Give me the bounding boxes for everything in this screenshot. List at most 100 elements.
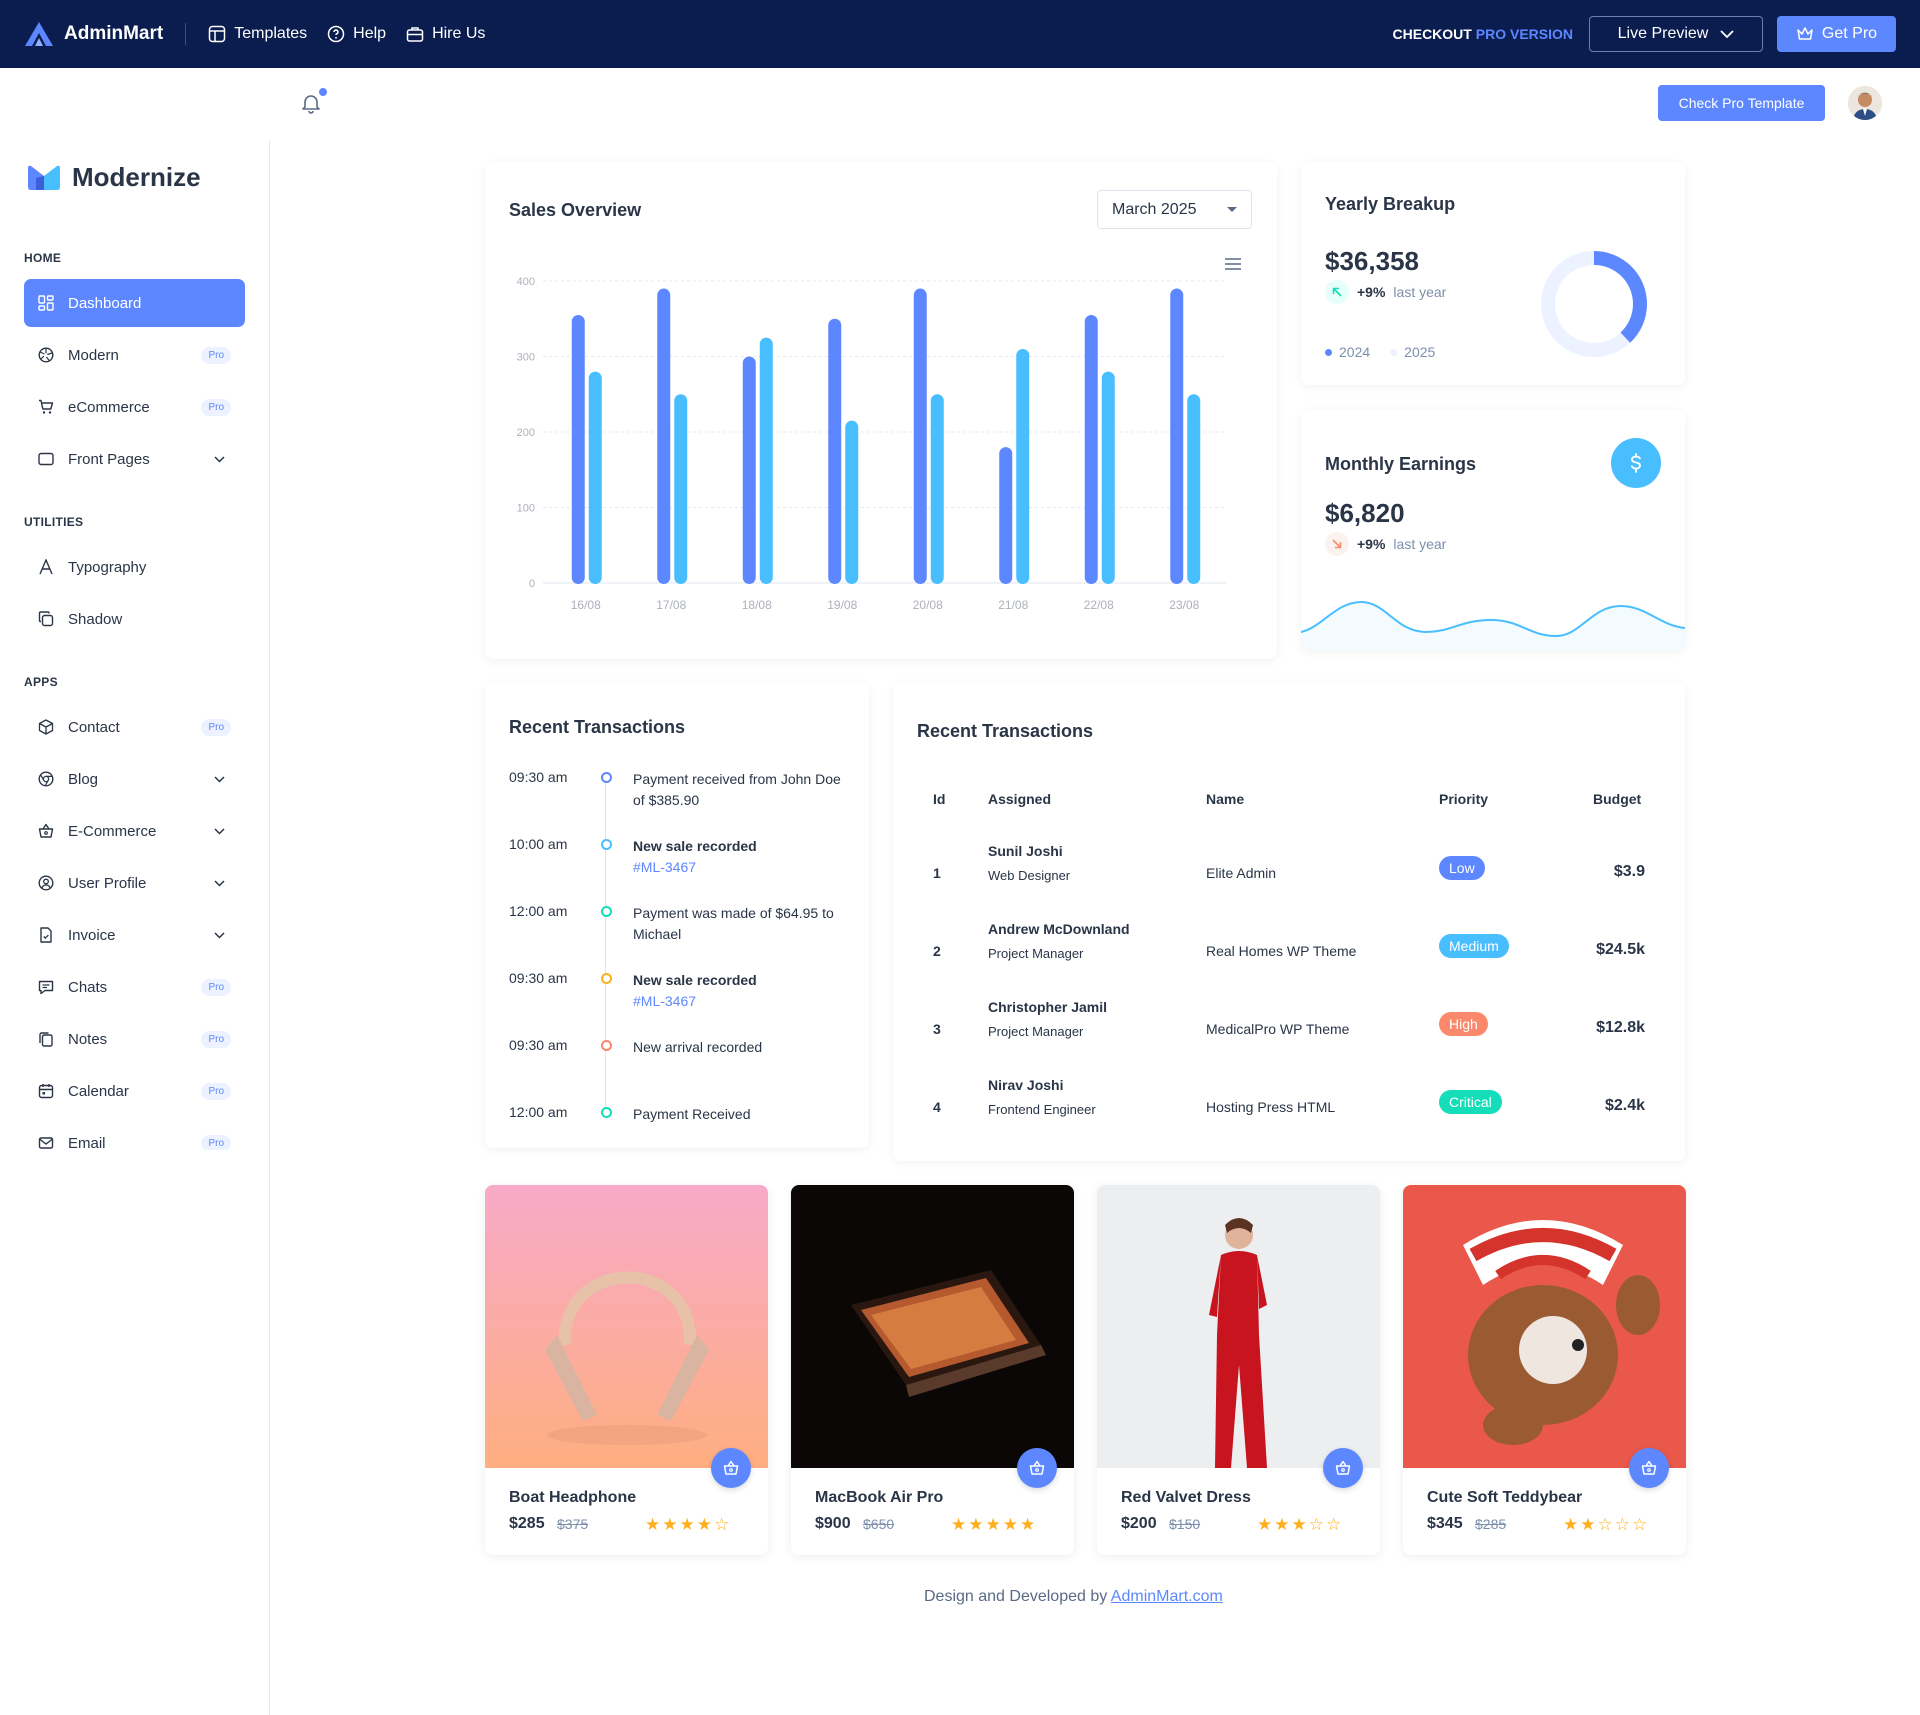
footer-link[interactable]: AdminMart.com xyxy=(1111,1588,1223,1605)
notification-dot xyxy=(319,88,327,96)
bar[interactable] xyxy=(571,314,585,584)
dashboard-icon xyxy=(38,295,54,311)
bar[interactable] xyxy=(845,420,859,584)
live-preview-button[interactable]: Live Preview xyxy=(1589,16,1763,52)
add-to-cart-button[interactable] xyxy=(1629,1448,1669,1488)
bar[interactable] xyxy=(930,394,944,584)
timeline-text: New arrival recorded xyxy=(633,1037,848,1058)
sidebar-item-modern[interactable]: Modern Pro xyxy=(24,331,245,379)
bar[interactable] xyxy=(1016,348,1030,584)
timeline-link[interactable]: #ML-3467 xyxy=(633,857,848,878)
nav-help-label: Help xyxy=(353,25,387,42)
sidebar-item-email[interactable]: Email Pro xyxy=(24,1119,245,1150)
layout-icon xyxy=(208,25,226,43)
sidebar-item-calendar[interactable]: Calendar Pro xyxy=(24,1067,245,1115)
bar[interactable] xyxy=(1084,314,1098,584)
sidebar-item-invoice[interactable]: Invoice xyxy=(24,911,245,959)
add-to-cart-button[interactable] xyxy=(1017,1448,1057,1488)
bar[interactable] xyxy=(657,288,671,584)
product-card[interactable]: Cute Soft Teddybear $345 $285 ★★☆☆☆ xyxy=(1403,1185,1686,1555)
chevron-down-icon xyxy=(214,931,225,939)
pro-badge: Pro xyxy=(201,718,231,736)
pro-badge: Pro xyxy=(201,1030,231,1048)
monthly-amount: $6,820 xyxy=(1325,498,1405,528)
bar[interactable] xyxy=(1101,371,1115,584)
sidebar-item-chats[interactable]: Chats Pro xyxy=(24,963,245,1011)
product-price: $900 xyxy=(815,1515,851,1532)
check-pro-template-button[interactable]: Check Pro Template xyxy=(1658,85,1825,121)
yearly-change: +9% xyxy=(1357,284,1386,300)
bar[interactable] xyxy=(742,356,756,585)
adminmart-logo[interactable]: AdminMart xyxy=(24,21,163,47)
sidebar-section-utilities: UTILITIES xyxy=(24,515,84,529)
sidebar-item-typography[interactable]: Typography xyxy=(24,543,245,591)
timeline-line xyxy=(605,776,606,1111)
sidebar-item-notes[interactable]: Notes Pro xyxy=(24,1015,245,1063)
timeline-description: New sale recorded xyxy=(633,972,757,988)
bar[interactable] xyxy=(759,337,773,584)
bar[interactable] xyxy=(588,371,602,584)
sidebar-item-dashboard[interactable]: Dashboard xyxy=(24,279,245,327)
get-pro-button[interactable]: Get Pro xyxy=(1777,16,1896,52)
bar[interactable] xyxy=(674,394,688,584)
sidebar-item-shadow[interactable]: Shadow xyxy=(24,595,245,643)
sidebar-scroll[interactable]: Modernize HOME Dashboard Modern Pro eCom… xyxy=(0,140,270,1150)
timeline-dot xyxy=(601,1040,612,1051)
column-header-priority: Priority xyxy=(1439,791,1489,807)
add-to-cart-button[interactable] xyxy=(711,1448,751,1488)
bar[interactable] xyxy=(1187,394,1201,584)
yearly-breakup-title: Yearly Breakup xyxy=(1325,194,1456,214)
product-name: Cute Soft Teddybear xyxy=(1427,1489,1583,1506)
pro-badge: Pro xyxy=(201,1134,231,1150)
nav-hire-us[interactable]: Hire Us xyxy=(406,25,485,43)
modernize-logo[interactable]: Modernize xyxy=(26,162,201,193)
x-tick-label: 20/08 xyxy=(913,598,943,612)
cell-budget: $24.5k xyxy=(1596,941,1645,958)
help-icon xyxy=(327,25,345,43)
x-tick-label: 21/08 xyxy=(998,598,1028,612)
arrow-up-left-icon xyxy=(1325,280,1349,304)
timeline-description: Payment received from John Doe of $385.9… xyxy=(633,771,841,808)
sidebar-item-user-profile[interactable]: User Profile xyxy=(24,859,245,907)
cell-id: 1 xyxy=(933,865,941,881)
briefcase-icon xyxy=(406,27,424,42)
bar[interactable] xyxy=(1170,288,1184,584)
bar[interactable] xyxy=(999,447,1013,584)
sidebar-item-blog[interactable]: Blog xyxy=(24,755,245,803)
sidebar-section-apps: APPS xyxy=(24,675,58,689)
bar[interactable] xyxy=(828,318,842,584)
sidebar-item-ecommerce[interactable]: eCommerce Pro xyxy=(24,383,245,431)
product-image[interactable] xyxy=(1097,1185,1380,1468)
product-card[interactable]: Red Valvet Dress $200 $150 ★★★☆☆ xyxy=(1097,1185,1380,1555)
bar[interactable] xyxy=(913,288,927,584)
timeline-description: New arrival recorded xyxy=(633,1039,763,1055)
avatar[interactable] xyxy=(1848,86,1882,120)
sidebar-item-front-pages[interactable]: Front Pages xyxy=(24,435,245,483)
nav-templates[interactable]: Templates xyxy=(208,25,307,43)
recent-transactions-table-card: Recent Transactions Id Assigned Name Pri… xyxy=(893,683,1685,1161)
add-to-cart-button[interactable] xyxy=(1323,1448,1363,1488)
sales-bar-chart: 0 100 200 300 400 16/08 17/08 18/08 19/08 20/08 21… xyxy=(517,276,1227,612)
product-image[interactable] xyxy=(485,1185,768,1468)
cell-assigned: Nirav Joshi xyxy=(988,1077,1064,1093)
get-pro-label: Get Pro xyxy=(1821,25,1878,42)
product-image[interactable] xyxy=(791,1185,1074,1468)
product-old-price: $150 xyxy=(1169,1516,1201,1532)
product-card[interactable]: MacBook Air Pro $900 $650 ★★★★★ xyxy=(791,1185,1074,1555)
sidebar-item-contact[interactable]: Contact Pro xyxy=(24,703,245,751)
brand-name: AdminMart xyxy=(64,23,164,44)
product-card[interactable]: Boat Headphone $285 $375 ★★★★☆ xyxy=(485,1185,768,1555)
column-header-name: Name xyxy=(1206,791,1245,807)
timeline-link[interactable]: #ML-3467 xyxy=(633,991,848,1012)
nav-help[interactable]: Help xyxy=(327,25,386,43)
bell-icon[interactable] xyxy=(300,92,322,114)
timeline-dot xyxy=(601,973,612,984)
pro-version-label: PRO VERSION xyxy=(1475,26,1573,42)
basket-icon xyxy=(1335,1460,1351,1475)
sidebar-item-label: Calendar xyxy=(68,1082,129,1100)
sidebar-item-e-commerce[interactable]: E-Commerce xyxy=(24,807,245,855)
product-image[interactable] xyxy=(1403,1185,1686,1468)
checkout-pro-link[interactable]: CHECKOUT PRO VERSION xyxy=(1393,26,1573,42)
crown-icon xyxy=(1797,27,1813,40)
cell-assigned: Andrew McDownland xyxy=(988,921,1130,937)
